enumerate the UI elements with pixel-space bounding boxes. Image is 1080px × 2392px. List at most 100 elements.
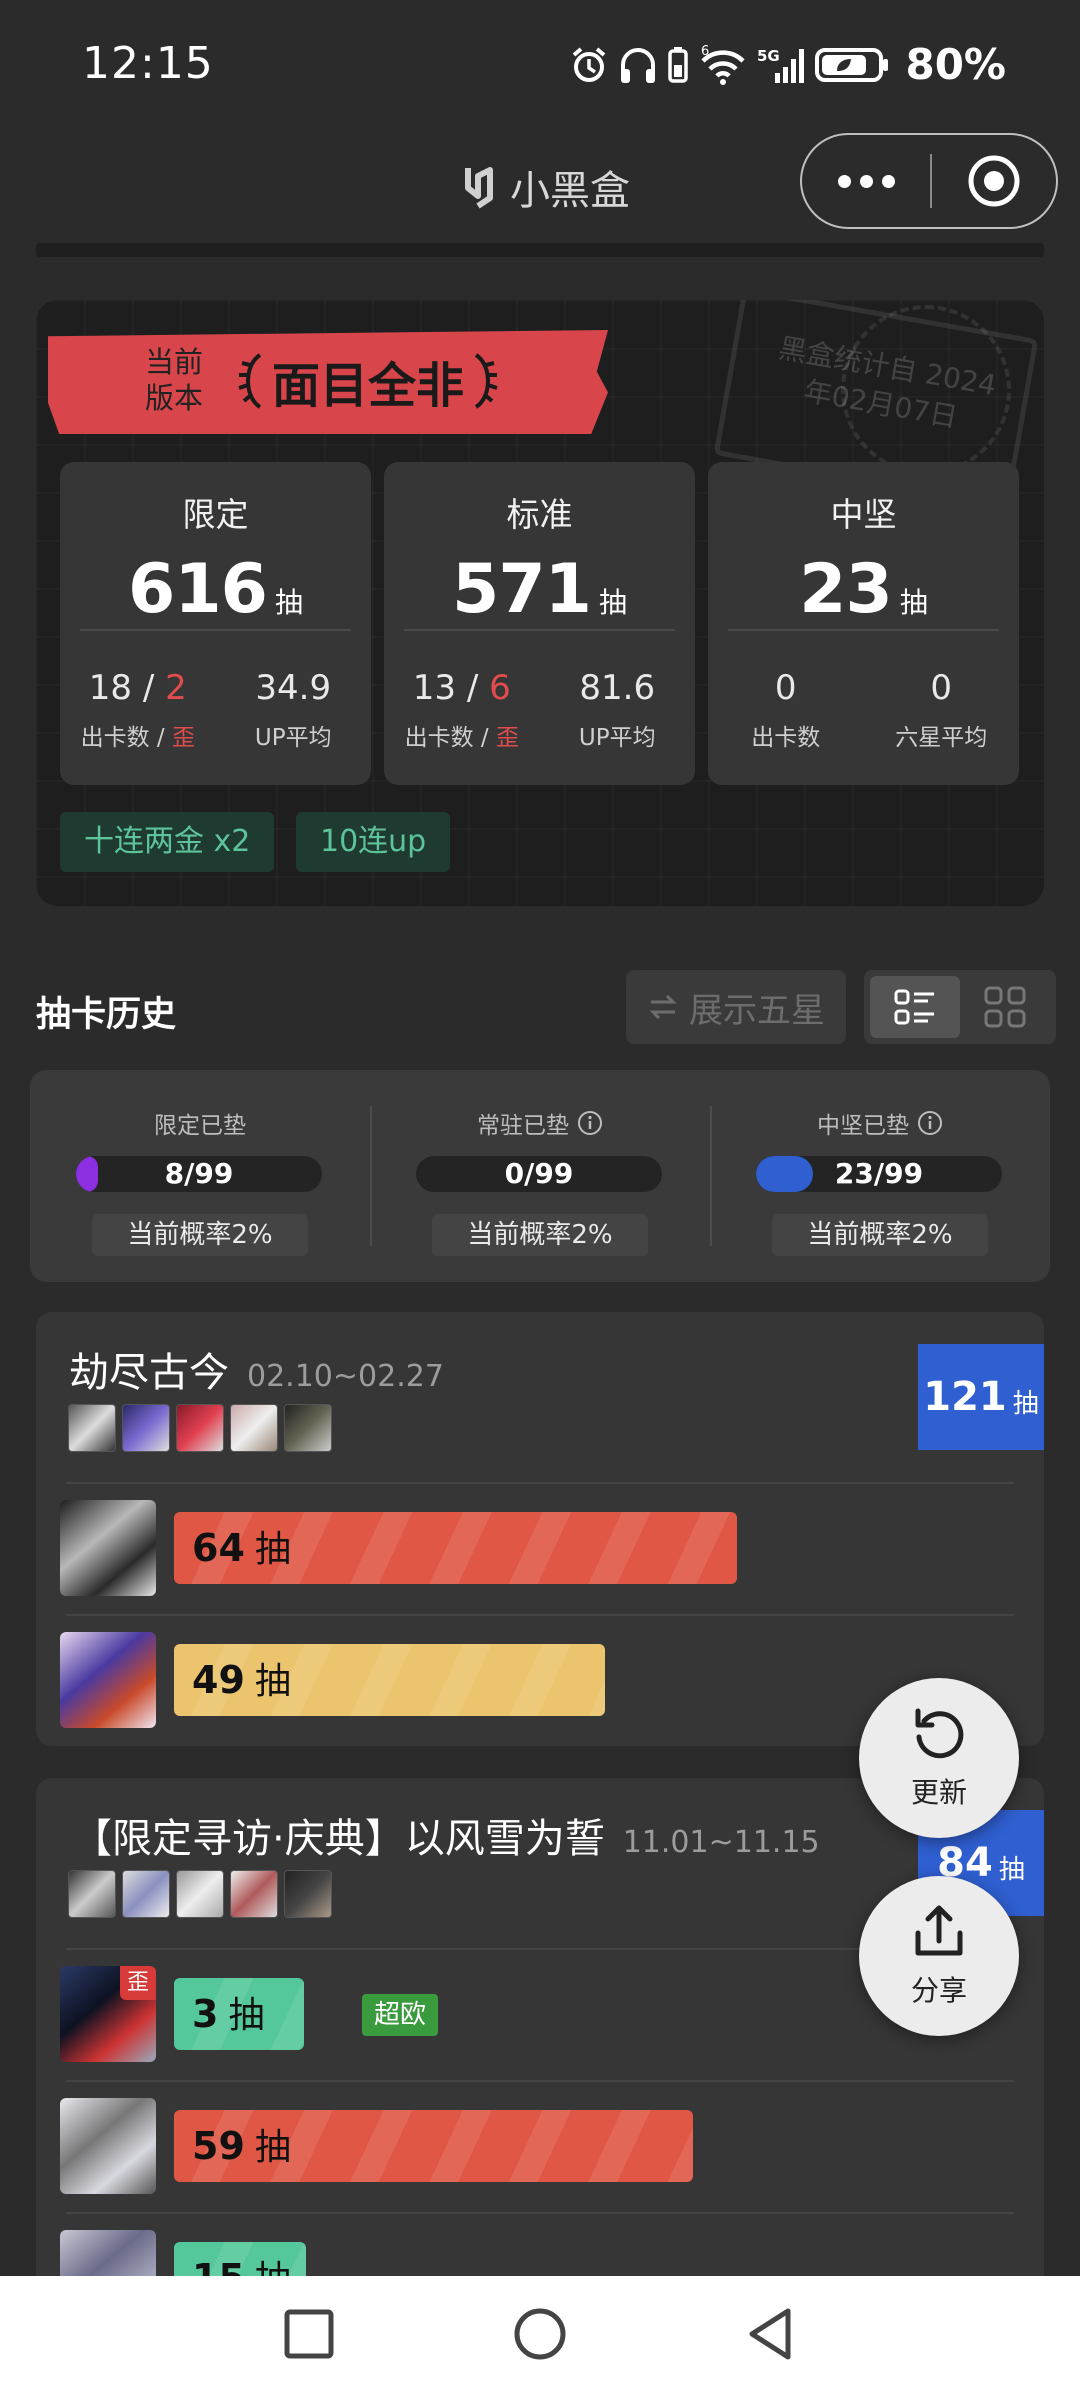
operator-avatar	[230, 1870, 278, 1918]
banner-dates: 02.10~02.27	[247, 1359, 444, 1394]
banner-card[interactable]: 【限定寻访·庆典】以风雪为誓 11.01~11.15 84 抽 歪 3抽 超欧 5…	[36, 1778, 1044, 2298]
pity-rate: 当前概率2%	[432, 1214, 648, 1256]
lucky-tag: 超欧	[362, 1994, 439, 2036]
pull-count: 3	[192, 1992, 219, 2036]
stat-box-standard: 标准 571 抽 13 / 6 出卡数 / 歪 81.6 UP平均	[384, 462, 695, 785]
svg-text:6: 6	[701, 45, 709, 59]
operator-avatar	[284, 1870, 332, 1918]
stat-divider	[80, 629, 351, 631]
close-button[interactable]	[932, 153, 1056, 209]
info-icon[interactable]	[577, 1110, 603, 1136]
pull-unit: 抽	[254, 1661, 291, 1702]
avg-value: 0	[930, 668, 953, 708]
row-divider	[66, 2080, 1014, 2082]
stat-total-unit: 抽	[899, 586, 928, 619]
pull-count-bar: 3抽	[174, 1978, 304, 2050]
refresh-button[interactable]: 更新	[859, 1678, 1019, 1838]
cards-count: 0	[774, 668, 797, 708]
avg-value: 34.9	[255, 668, 332, 708]
swap-icon	[649, 994, 677, 1020]
cell-signal-icon: 5G	[757, 47, 805, 83]
share-button[interactable]: 分享	[859, 1876, 1019, 2036]
banner-total-badge: 121 抽	[918, 1344, 1044, 1450]
pull-row[interactable]: 64 抽	[60, 1500, 1020, 1596]
svg-text:5G: 5G	[757, 47, 780, 65]
banner-dates: 11.01~11.15	[622, 1825, 820, 1860]
stat-divider	[728, 629, 999, 631]
stat-cards: 18 / 2 出卡数 / 歪	[80, 668, 195, 751]
operator-avatar	[176, 1870, 224, 1918]
pity-rate: 当前概率2%	[92, 1214, 308, 1256]
pull-row[interactable]: 59 抽	[60, 2098, 1020, 2194]
alarm-icon	[573, 46, 606, 82]
info-icon[interactable]	[917, 1110, 943, 1136]
history-title: 抽卡历史	[36, 995, 177, 1035]
cards-label: 出卡数	[80, 725, 150, 751]
laurel-right-icon	[474, 353, 498, 409]
operator-avatar	[68, 1870, 116, 1918]
stat-title: 限定	[182, 495, 249, 534]
version-name: 面目全非	[236, 346, 500, 416]
achievement-tag[interactable]: 十连两金 x2	[60, 812, 275, 872]
banner-operators	[68, 1870, 332, 1918]
banner-card[interactable]: 劫尽古今 02.10~02.27 121 抽 64 抽 49 抽	[36, 1312, 1044, 1746]
pity-value: 23/99	[834, 1157, 924, 1190]
grid-view-icon	[984, 986, 1026, 1028]
version-label: 当前版本	[144, 345, 203, 415]
list-view-button[interactable]	[870, 976, 960, 1038]
achievement-tag[interactable]: 10连up	[296, 812, 451, 872]
banner-title: 劫尽古今 02.10~02.27	[69, 1340, 444, 1398]
pull-unit: 抽	[254, 1529, 291, 1570]
wai-label: 歪	[495, 725, 519, 751]
banner-total-unit: 抽	[1012, 1388, 1039, 1419]
show-five-star-button[interactable]: 展示五星	[626, 970, 846, 1044]
recents-icon[interactable]	[281, 2306, 337, 2362]
avg-label: 六星平均	[895, 725, 988, 751]
app-title: 小黑盒	[458, 158, 630, 216]
stat-title: 标准	[506, 495, 573, 534]
stat-total-unit: 抽	[274, 586, 303, 619]
operator-avatar	[122, 1404, 170, 1452]
stat-total: 571 抽	[384, 550, 695, 629]
cards-count: 13	[412, 668, 457, 708]
operator-avatar	[230, 1404, 278, 1452]
pity-panel: 限定已垫 8/99 当前概率2% 常驻已垫 0/99 当前概率2% 中坚已垫 2…	[30, 1070, 1050, 1282]
cards-label: 出卡数	[404, 725, 474, 751]
stat-total: 616 抽	[60, 550, 371, 629]
stat-title: 中坚	[830, 495, 897, 534]
pity-core: 中坚已垫 23/99 当前概率2%	[710, 1070, 1050, 1282]
pity-label-text: 常驻已垫	[477, 1113, 569, 1139]
stat-avg: 81.6 UP平均	[540, 668, 696, 752]
pity-label: 常驻已垫	[370, 1106, 710, 1140]
stat-total-number: 23	[799, 550, 893, 629]
pity-progress-bar: 23/99	[756, 1156, 1002, 1192]
status-bar: 12:15 6 5G 80%	[0, 0, 1080, 130]
banner-name: 劫尽古今	[69, 1350, 229, 1396]
target-icon	[968, 155, 1020, 207]
stat-avg: 34.9 UP平均	[216, 668, 372, 752]
system-navigation-bar	[0, 2276, 1080, 2392]
pull-unit: 抽	[228, 1995, 265, 2036]
app-title-text: 小黑盒	[510, 168, 630, 214]
pull-count: 64	[192, 1526, 245, 1570]
pity-progress-bar: 8/99	[76, 1156, 322, 1192]
pity-value: 8/99	[164, 1157, 234, 1190]
back-icon[interactable]	[744, 2306, 800, 2362]
home-icon[interactable]	[512, 2306, 568, 2362]
vibrate-battery-icon	[668, 46, 689, 83]
heybox-logo-icon	[465, 167, 493, 209]
headphones-icon	[621, 47, 656, 83]
operator-avatar	[68, 1404, 116, 1452]
pull-count-bar: 59 抽	[174, 2110, 693, 2182]
pity-label-text: 限定已垫	[154, 1113, 246, 1139]
banner-title: 【限定寻访·庆典】以风雪为誓 11.01~11.15	[72, 1806, 820, 1864]
banner-total-unit: 抽	[998, 1854, 1025, 1885]
grid-view-button[interactable]	[960, 976, 1050, 1038]
row-divider	[66, 2212, 1014, 2214]
avg-value: 81.6	[579, 668, 656, 708]
row-divider	[66, 1482, 1014, 1484]
more-button[interactable]	[802, 174, 930, 188]
stat-box-limited: 限定 616 抽 18 / 2 出卡数 / 歪 34.9 UP平均	[60, 462, 371, 785]
avg-label: UP平均	[578, 725, 656, 751]
pity-standard: 常驻已垫 0/99 当前概率2%	[370, 1070, 710, 1282]
